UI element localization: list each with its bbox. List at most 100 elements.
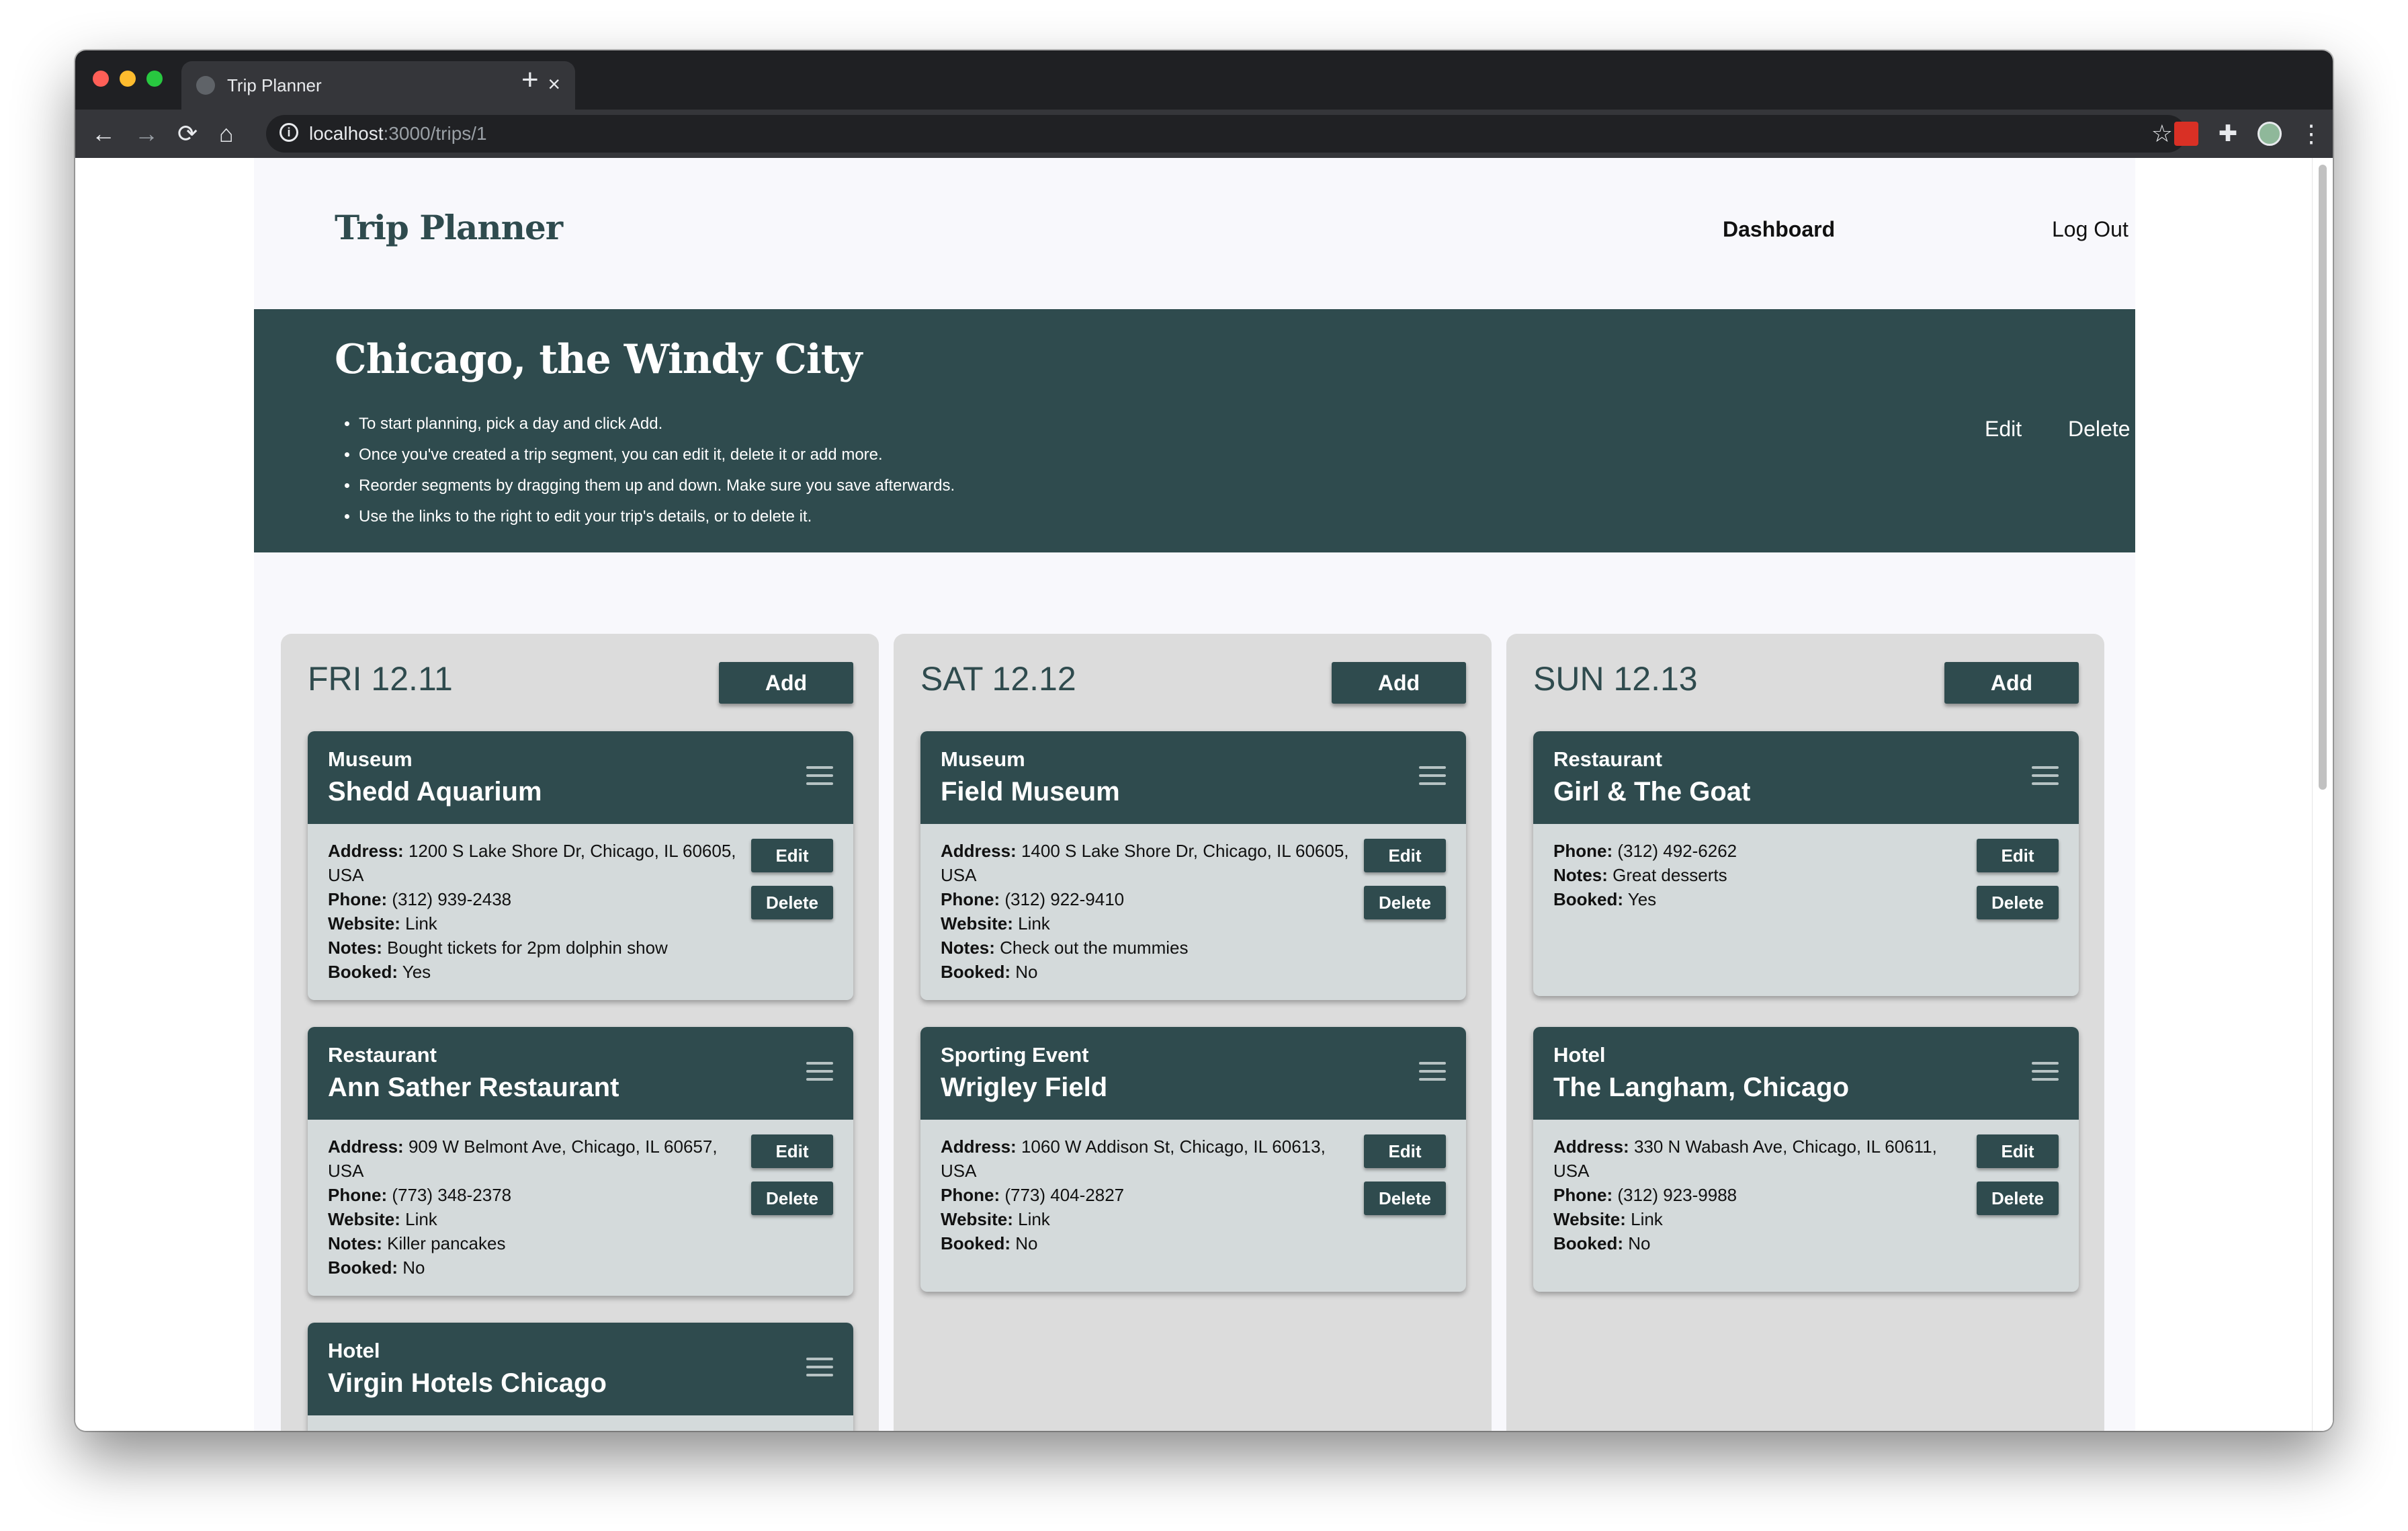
maximize-window-button[interactable]: [146, 71, 163, 87]
delete-trip-link[interactable]: Delete: [2068, 417, 2131, 442]
phone-value: (312) 923-9988: [1617, 1185, 1737, 1205]
phone-value: (312) 922-9410: [1004, 889, 1125, 909]
segment-body: Address: 330 N Wabash Ave, Chicago, IL 6…: [1533, 1120, 2079, 1292]
browser-tab[interactable]: Trip Planner ×: [181, 61, 575, 110]
drag-handle-icon[interactable]: [1419, 1062, 1446, 1081]
segment-header[interactable]: Hotel Virgin Hotels Chicago: [308, 1323, 853, 1415]
delete-segment-button[interactable]: Delete: [1977, 1182, 2059, 1215]
website-link[interactable]: Link: [1018, 913, 1050, 934]
segment-body: Phone: (312) 492-6262 Notes: Great desse…: [1533, 824, 2079, 996]
delete-segment-button[interactable]: Delete: [1977, 886, 2059, 919]
segment-type: Museum: [941, 747, 1025, 771]
segment-header[interactable]: Restaurant Ann Sather Restaurant: [308, 1027, 853, 1120]
url-text[interactable]: localhost:3000/trips/1: [309, 123, 487, 144]
browser-window: Trip Planner × + ← → ⟳ ⌂ i localhost:300…: [75, 50, 2333, 1431]
delete-segment-button[interactable]: Delete: [1364, 886, 1446, 919]
home-icon[interactable]: ⌂: [219, 118, 234, 150]
tab-title: Trip Planner: [227, 75, 322, 95]
booked-value: No: [402, 1257, 425, 1278]
segment-type: Hotel: [1553, 1043, 1606, 1067]
website-link[interactable]: Link: [405, 913, 437, 934]
day-column: SUN 12.13 Add Restaurant Girl & The Goat…: [1506, 634, 2104, 1431]
day-title: SUN 12.13: [1533, 660, 1698, 698]
phone-value: (773) 404-2827: [1004, 1185, 1125, 1205]
segment-name: Girl & The Goat: [1553, 777, 1751, 806]
segment-details: Address: 1400 S Lake Shore Dr, Chicago, …: [941, 841, 1349, 982]
address-bar[interactable]: i localhost:3000/trips/1 ☆: [266, 115, 2186, 153]
tab-bar: Trip Planner × +: [75, 50, 2333, 110]
bookmark-star-icon[interactable]: ☆: [2151, 119, 2173, 149]
add-segment-button[interactable]: Add: [719, 662, 853, 704]
website-link[interactable]: Link: [1631, 1209, 1663, 1229]
instruction-item: Use the links to the right to edit your …: [359, 501, 955, 532]
back-icon[interactable]: ←: [91, 118, 116, 150]
website-link[interactable]: Link: [1018, 1209, 1050, 1229]
day-column: FRI 12.11 Add Museum Shedd Aquarium Addr…: [281, 634, 879, 1431]
phone-value: (312) 492-6262: [1617, 841, 1737, 861]
forward-icon[interactable]: →: [134, 118, 159, 150]
drag-handle-icon[interactable]: [2032, 1062, 2059, 1081]
segment-details: Address: 909 W Belmont Ave, Chicago, IL …: [328, 1136, 718, 1278]
page-viewport: Trip Planner Dashboard Log Out Chicago, …: [75, 158, 2333, 1431]
segment-header[interactable]: Sporting Event Wrigley Field: [920, 1027, 1466, 1120]
browser-menu-icon[interactable]: ⋮: [2299, 122, 2323, 146]
brand-logo[interactable]: Trip Planner: [335, 208, 563, 247]
segment-card[interactable]: Restaurant Ann Sather Restaurant Address…: [308, 1027, 853, 1296]
segment-type: Museum: [328, 747, 413, 771]
segment-card[interactable]: Museum Shedd Aquarium Address: 1200 S La…: [308, 731, 853, 1000]
segment-header[interactable]: Museum Shedd Aquarium: [308, 731, 853, 824]
day-column: SAT 12.12 Add Museum Field Museum Addres…: [894, 634, 1492, 1431]
edit-segment-button[interactable]: Edit: [1364, 839, 1446, 872]
segment-name: Wrigley Field: [941, 1073, 1108, 1102]
trip-title: Chicago, the Windy City: [335, 336, 862, 383]
booked-value: No: [1015, 962, 1038, 982]
scrollbar-thumb[interactable]: [2319, 165, 2327, 790]
delete-segment-button[interactable]: Delete: [751, 886, 833, 919]
segment-card[interactable]: Hotel Virgin Hotels Chicago: [308, 1323, 853, 1431]
edit-segment-button[interactable]: Edit: [751, 839, 833, 872]
segment-type: Sporting Event: [941, 1043, 1089, 1067]
edit-segment-button[interactable]: Edit: [1977, 839, 2059, 872]
segment-card[interactable]: Sporting Event Wrigley Field Address: 10…: [920, 1027, 1466, 1292]
segment-header[interactable]: Museum Field Museum: [920, 731, 1466, 824]
delete-segment-button[interactable]: Delete: [751, 1182, 833, 1215]
new-tab-icon[interactable]: +: [521, 65, 539, 95]
drag-handle-icon[interactable]: [2032, 766, 2059, 785]
close-tab-icon[interactable]: ×: [548, 72, 560, 96]
edit-segment-button[interactable]: Edit: [751, 1134, 833, 1168]
website-link[interactable]: Link: [405, 1209, 437, 1229]
drag-handle-icon[interactable]: [806, 1062, 833, 1081]
segment-body: Address: 1060 W Addison St, Chicago, IL …: [920, 1120, 1466, 1292]
edit-segment-button[interactable]: Edit: [1364, 1134, 1446, 1168]
add-segment-button[interactable]: Add: [1944, 662, 2079, 704]
segment-body: Address: 909 W Belmont Ave, Chicago, IL …: [308, 1120, 853, 1296]
segment-card[interactable]: Restaurant Girl & The Goat Phone: (312) …: [1533, 731, 2079, 996]
segment-card[interactable]: Museum Field Museum Address: 1400 S Lake…: [920, 731, 1466, 1000]
day-title: SAT 12.12: [920, 660, 1076, 698]
trip-hero: Chicago, the Windy City To start plannin…: [254, 309, 2135, 552]
booked-value: No: [1628, 1233, 1651, 1253]
drag-handle-icon[interactable]: [806, 766, 833, 785]
drag-handle-icon[interactable]: [1419, 766, 1446, 785]
edit-segment-button[interactable]: Edit: [1977, 1134, 2059, 1168]
segment-card[interactable]: Hotel The Langham, Chicago Address: 330 …: [1533, 1027, 2079, 1292]
info-icon[interactable]: i: [280, 123, 298, 142]
segment-details: Address: 1060 W Addison St, Chicago, IL …: [941, 1136, 1326, 1253]
edit-trip-link[interactable]: Edit: [1985, 417, 2022, 442]
vertical-scrollbar[interactable]: [2312, 158, 2333, 1431]
segment-details: Address: 1200 S Lake Shore Dr, Chicago, …: [328, 841, 736, 982]
extension-icon[interactable]: [2174, 122, 2198, 146]
segment-header[interactable]: Hotel The Langham, Chicago: [1533, 1027, 2079, 1120]
profile-avatar[interactable]: [2258, 122, 2282, 146]
add-segment-button[interactable]: Add: [1332, 662, 1466, 704]
minimize-window-button[interactable]: [120, 71, 136, 87]
segment-details: Address: 330 N Wabash Ave, Chicago, IL 6…: [1553, 1136, 1937, 1253]
segment-header[interactable]: Restaurant Girl & The Goat: [1533, 731, 2079, 824]
delete-segment-button[interactable]: Delete: [1364, 1182, 1446, 1215]
nav-logout-link[interactable]: Log Out: [2052, 217, 2128, 242]
extensions-puzzle-icon[interactable]: ✚: [2216, 122, 2240, 146]
reload-icon[interactable]: ⟳: [177, 118, 198, 150]
drag-handle-icon[interactable]: [806, 1358, 833, 1376]
close-window-button[interactable]: [93, 71, 109, 87]
nav-dashboard-link[interactable]: Dashboard: [1723, 217, 1835, 242]
